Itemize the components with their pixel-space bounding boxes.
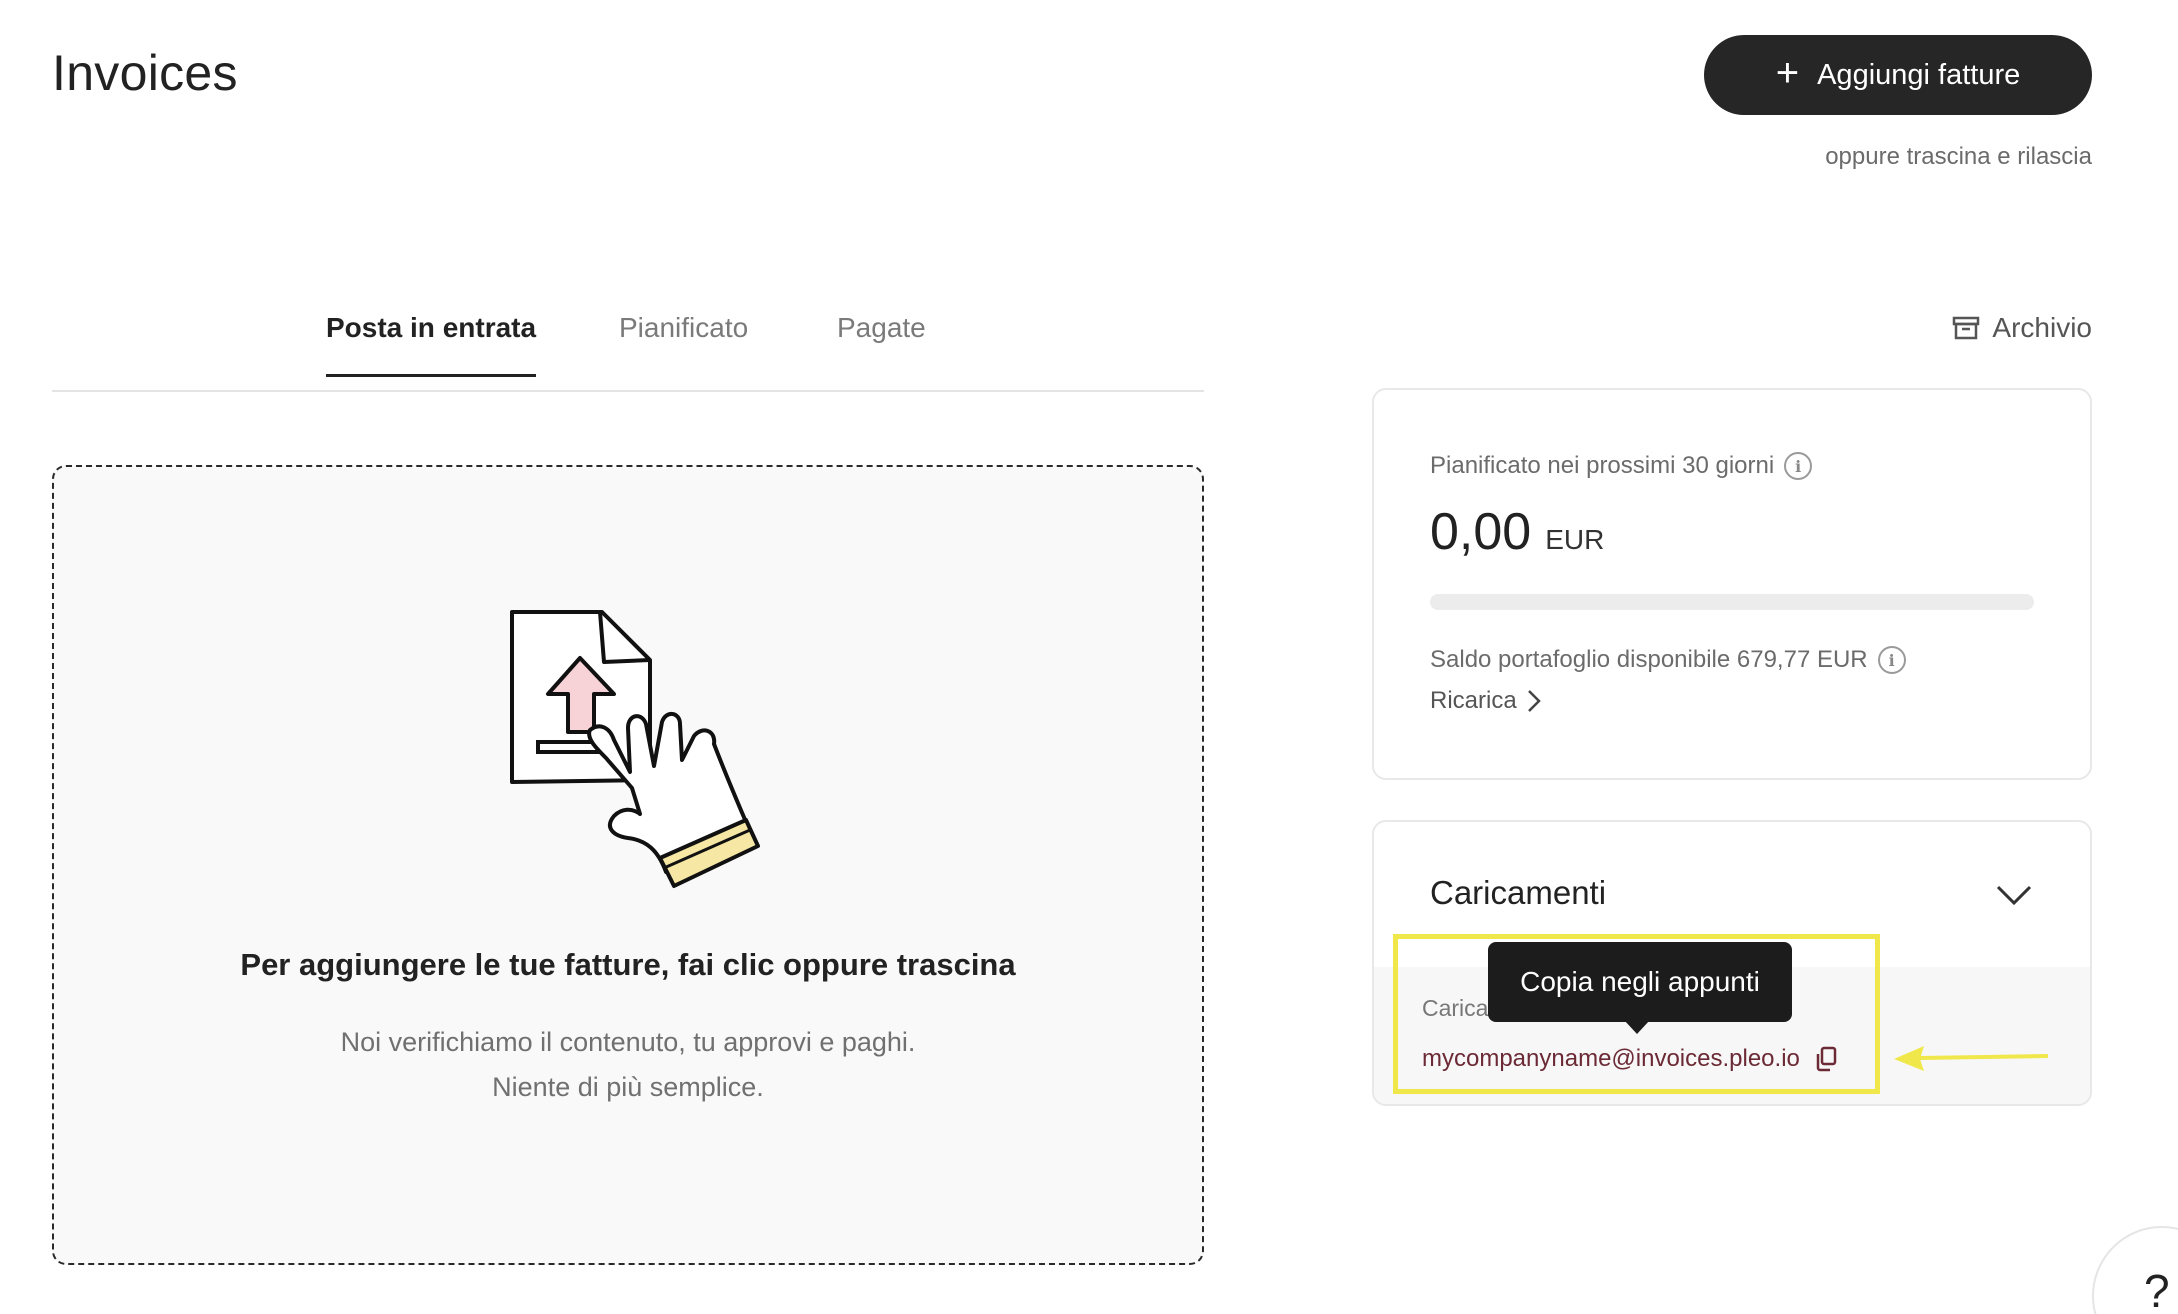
scheduled-label: Pianificato nei prossimi 30 giorni [1430, 452, 1775, 479]
scheduled-label-row: Pianificato nei prossimi 30 giorni i [1430, 452, 1813, 480]
tab-inbox[interactable]: Posta in entrata [326, 312, 537, 377]
scheduled-amount: 0,00 EUR [1430, 502, 1604, 562]
info-icon[interactable]: i [1877, 646, 1906, 674]
dropzone-subtitle-line2: Niente di più semplice. [492, 1072, 764, 1102]
invoice-dropzone[interactable]: Per aggiungere le tue fatture, fai clic … [52, 465, 1204, 1265]
tab-scheduled[interactable]: Pianificato [619, 312, 748, 374]
help-label: ? [2144, 1265, 2170, 1314]
annotation-highlight-box [1393, 934, 1880, 1094]
help-button[interactable]: ? [2092, 1226, 2178, 1314]
chevron-right-icon [1527, 690, 1541, 712]
uploads-title: Caricamenti [1430, 874, 1607, 911]
amount-currency: EUR [1545, 524, 1605, 555]
page-title: Invoices [52, 45, 238, 101]
dropzone-title: Per aggiungere le tue fatture, fai clic … [240, 947, 1016, 982]
add-invoices-label: Aggiungi fatture [1817, 58, 2021, 91]
archive-button[interactable]: Archivio [1952, 312, 2092, 344]
drag-drop-hint: oppure trascina e rilascia [1825, 143, 2092, 170]
dropzone-subtitle-line1: Noi verifichiamo il contenuto, tu approv… [340, 1027, 916, 1057]
topup-label: Ricarica [1430, 687, 1517, 714]
archive-label: Archivio [1992, 312, 2092, 343]
tab-paid[interactable]: Pagate [837, 312, 926, 374]
topup-link[interactable]: Ricarica [1430, 687, 1541, 715]
dropzone-subtitle: Noi verifichiamo il contenuto, tu approv… [54, 1020, 1202, 1110]
plus-icon: + [1775, 51, 1800, 95]
info-icon[interactable]: i [1784, 452, 1813, 480]
wallet-balance-text: Saldo portafoglio disponibile 679,77 EUR [1430, 646, 1868, 673]
archive-box-icon [1953, 316, 1980, 340]
annotation-arrow-icon [1894, 1046, 2049, 1071]
add-invoices-button[interactable]: + Aggiungi fatture [1704, 35, 2092, 115]
amount-value: 0,00 [1430, 503, 1532, 561]
wallet-balance-row: Saldo portafoglio disponibile 679,77 EUR… [1430, 646, 1906, 674]
scheduled-card: Pianificato nei prossimi 30 giorni i 0,0… [1372, 388, 2092, 780]
invoice-tabs: Posta in entrata Pianificato Pagate [52, 300, 1204, 392]
upload-illustration [510, 610, 760, 888]
scheduled-progress-bar [1430, 594, 2034, 610]
chevron-down-icon[interactable] [1996, 884, 2032, 906]
